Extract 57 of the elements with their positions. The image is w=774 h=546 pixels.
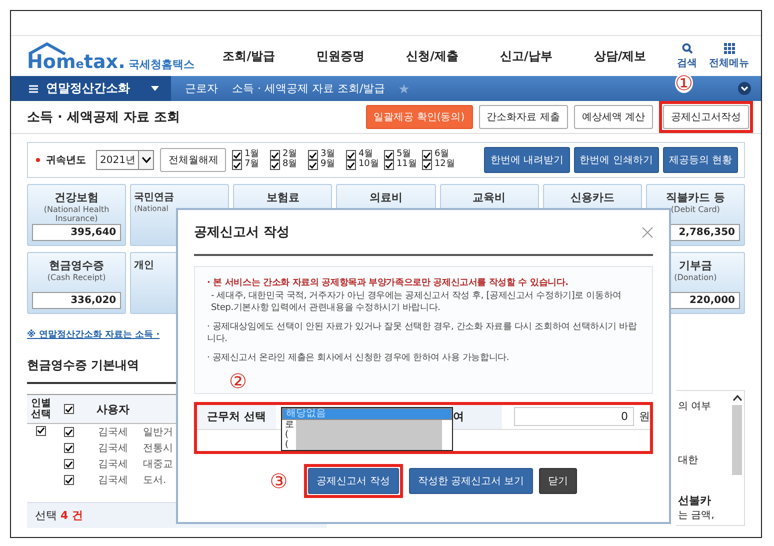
card-subtitle: (Donation) (674, 273, 717, 282)
card-title: 보험료 (266, 190, 300, 205)
card-title: 직불카드 등 (666, 190, 725, 205)
step-number: ③ (270, 470, 288, 491)
notice-text: · 본 서비스는 간소화 자료의 공제항목과 부양가족으로만 공제신고서를 작성할 수 있습니다. (207, 277, 570, 290)
info-text: 는 금액, (678, 509, 716, 522)
month-label: 12월 (434, 160, 455, 170)
card-subtitle: (National Health Insurance) (42, 205, 110, 223)
selection-count: 선택 4 건 (35, 509, 83, 522)
logo-name: 국세청홈택스 (128, 57, 194, 72)
notice-detail: - 세대주, 대한민국 국적, 거주자가 아닌 경우에는 공제신고서 작성 후, [공제신고서 수정하기]로 이동하여 Step.기본사항 입력에서 관련내용을 수정하시기 바랍니다. (210, 290, 622, 315)
menu-title: 연말정산간소화 (46, 80, 131, 97)
notice-text: · 공제대상임에도 선택이 안된 자료가 있거나 잘못 선택한 경우, 간소화 자료를 다시 조회하여 선택하시기 바랍니다. (207, 320, 638, 346)
card-title: 신용카드 (570, 190, 614, 205)
table-cell-text: 김국세 (97, 442, 129, 455)
card-title: 의료비 (369, 190, 402, 205)
table-cell-text: 대중교 (143, 458, 174, 471)
table-cell-text: 일반거 (143, 426, 174, 439)
year-label: 귀속년도 (46, 154, 86, 167)
month-label: 5월 (396, 150, 412, 160)
table-cell-text: 김국세 (97, 474, 129, 487)
table-cell-text: 전통시 (143, 442, 174, 455)
month-label: 7월 (244, 160, 260, 170)
logo-wordmark: Hometax. (27, 53, 126, 72)
month-label: 11월 (396, 160, 417, 170)
month-label: 10월 (358, 160, 379, 170)
month-label: 8월 (282, 160, 298, 170)
month-label: 4월 (358, 150, 374, 160)
amount-field: 395,640 (32, 224, 122, 241)
step-number: ① (675, 73, 693, 93)
field-label: 근무처 선택 (197, 404, 276, 429)
info-text: 대한 (678, 454, 699, 467)
table-cell-text: 도서. (143, 474, 168, 487)
card-subtitle: (Cash Receipt) (47, 273, 106, 282)
month-label: 3월 (320, 150, 336, 160)
card-title: 현금영수증 (49, 258, 104, 273)
card-title: 국민연금 (134, 191, 174, 204)
card-title: 교육비 (472, 190, 506, 205)
unit-label: 원 (639, 409, 650, 424)
amount-field: 336,020 (32, 292, 122, 309)
card-title: 건강보험 (54, 190, 99, 205)
month-label: 1월 (244, 150, 260, 160)
page-title: 소득 · 세액공제 자료 조회 (27, 109, 180, 126)
month-label: 9월 (320, 160, 336, 170)
table-cell-text: 김국세 (97, 426, 129, 439)
month-label: 6월 (434, 150, 450, 160)
table-cell-text: 김국세 (97, 458, 129, 471)
column-header: 사용자 (96, 402, 130, 416)
info-text: 선불카 (678, 493, 712, 508)
info-text: 의 여부 (678, 400, 712, 413)
card-subtitle: (Debit Card) (670, 205, 720, 214)
card-title: 개인 (134, 259, 154, 272)
column-header: 인별 선택 (30, 398, 52, 420)
field-label: 여 (450, 404, 502, 429)
dialog-title: 공제신고서 작성 (194, 224, 290, 241)
card-title: 기부금 (678, 258, 712, 273)
month-label: 2월 (282, 150, 298, 160)
